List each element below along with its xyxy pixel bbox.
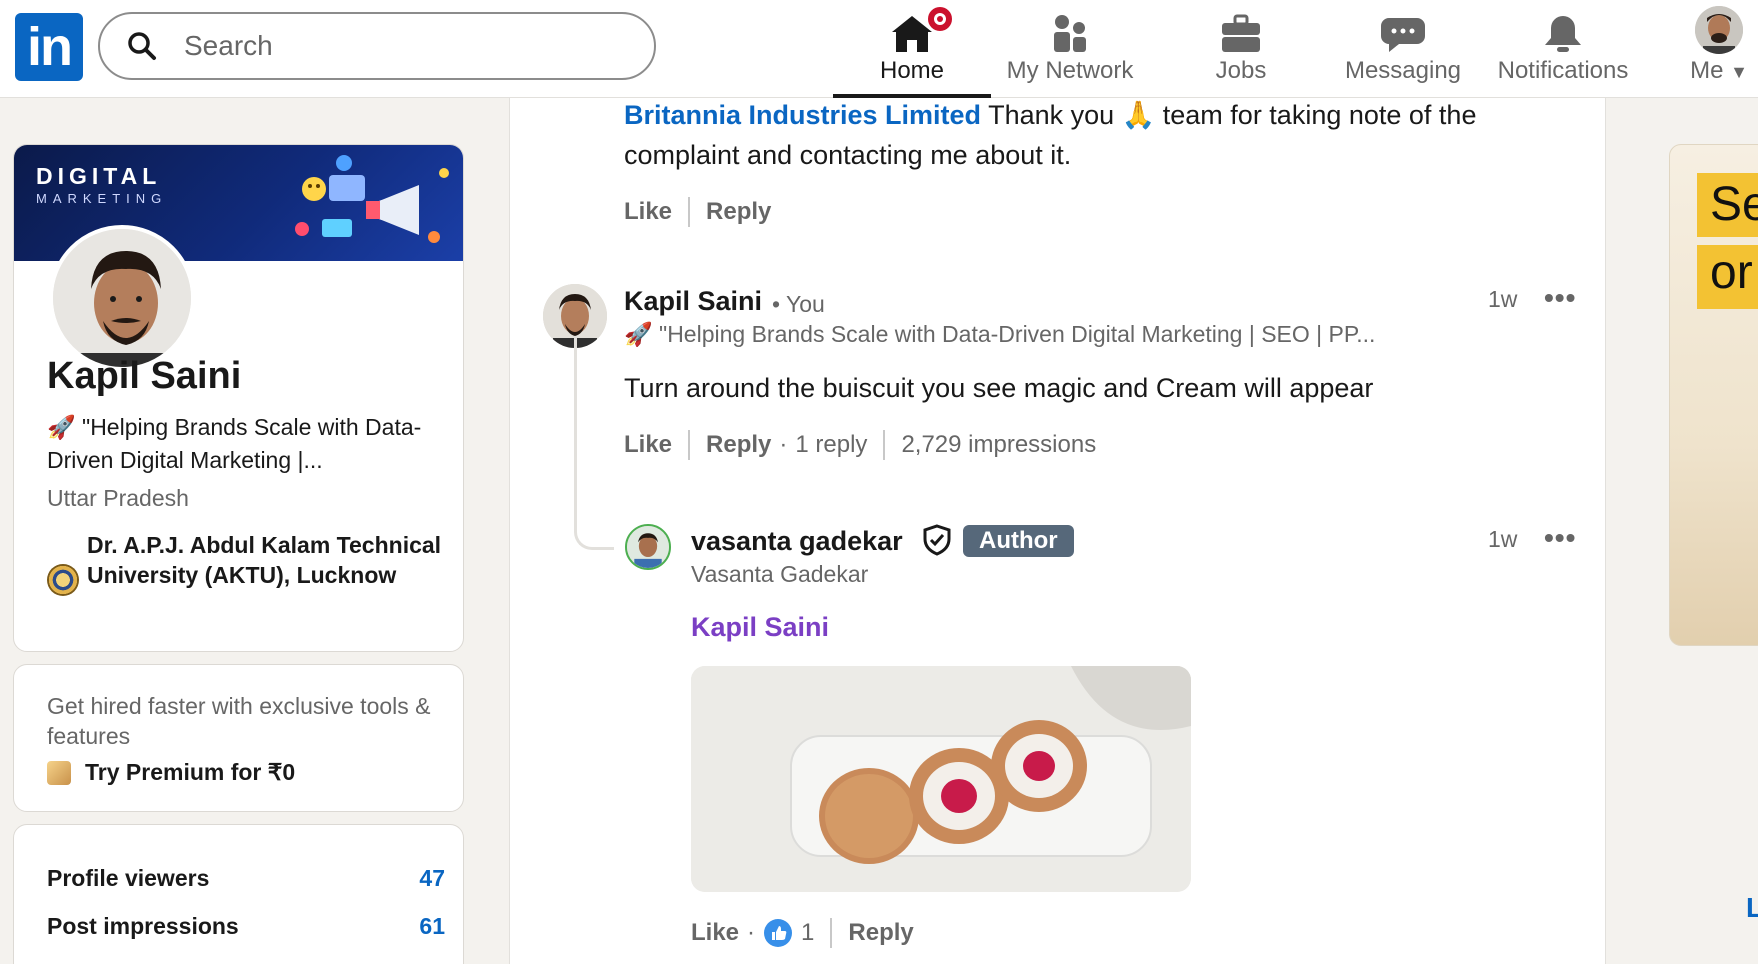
nav-my-network-label: My Network (1006, 57, 1134, 84)
people-icon (1054, 15, 1086, 52)
reply-author-sub: Vasanta Gadekar (691, 561, 869, 587)
banner-title: DIGITAL (36, 163, 162, 189)
divider (883, 430, 886, 460)
stat-post-impressions[interactable]: Post impressions 61 (47, 913, 445, 940)
reply-count-link[interactable]: 1 reply (795, 431, 867, 459)
ad-text-line1: Se (1710, 178, 1758, 231)
chat-icon (1381, 18, 1425, 52)
dot-separator: · (779, 431, 788, 458)
like-button[interactable]: Like (691, 919, 739, 947)
reply-time: 1w (1488, 526, 1518, 552)
divider (688, 197, 691, 227)
nav-me-label: Me ▼ (1690, 57, 1748, 84)
divider (688, 430, 691, 460)
reply-actions: Like · 1 Reply (691, 918, 914, 948)
biscuit-photo (691, 666, 1191, 892)
reply-more-button[interactable]: ••• (1544, 522, 1576, 554)
reaction-count[interactable]: 1 (801, 919, 814, 947)
briefcase-icon (1222, 14, 1260, 52)
profile-location: Uttar Pradesh (47, 485, 189, 511)
search-icon (128, 32, 156, 60)
stat-label: Profile viewers (47, 865, 210, 891)
premium-card[interactable]: Get hired faster with exclusive tools & … (13, 664, 464, 812)
nav-messaging-label: Messaging (1344, 57, 1462, 84)
nav-jobs[interactable]: Jobs (1183, 0, 1299, 98)
mention-kapil-saini[interactable]: Kapil Saini (691, 612, 829, 643)
nav-messaging[interactable]: Messaging (1332, 0, 1474, 98)
reply-image[interactable] (691, 666, 1191, 892)
comment-prev-text: Britannia Industries Limited Thank you 🙏… (624, 100, 1477, 170)
verified-shield-icon (923, 524, 951, 556)
nav-my-network[interactable]: My Network (997, 0, 1143, 98)
profile-headline: 🚀 "Helping Brands Scale with Data-Driven… (47, 414, 422, 473)
nav-notifications-label: Notifications (1497, 57, 1629, 84)
comment-prev-actions: Like Reply (624, 197, 771, 227)
stat-value: 61 (419, 913, 445, 939)
nav-jobs-label: Jobs (1215, 57, 1267, 84)
banner-subtitle: MARKETING (36, 191, 168, 206)
reply-button[interactable]: Reply (706, 198, 771, 226)
impressions-count[interactable]: 2,729 impressions (901, 431, 1096, 459)
bell-icon (1545, 16, 1581, 52)
stats-card: Profile viewers 47 Post impressions 61 (13, 824, 464, 964)
stat-value: 47 (419, 865, 445, 891)
nav-home[interactable]: Home (833, 0, 991, 98)
try-premium-link[interactable]: Try Premium for ₹0 (47, 759, 295, 786)
mention-britannia[interactable]: Britannia Industries Limited (624, 100, 981, 130)
like-button[interactable]: Like (624, 198, 672, 226)
comment-actions: Like Reply · 1 reply 2,729 impressions (624, 430, 1096, 460)
author-badge: Author (963, 525, 1074, 557)
me-avatar (1695, 6, 1743, 54)
profile-avatar[interactable] (49, 225, 195, 371)
profile-education[interactable]: Dr. A.P.J. Abdul Kalam Technical Univers… (47, 530, 447, 596)
university-seal-icon (47, 564, 79, 596)
reply-button[interactable]: Reply (706, 431, 771, 459)
search-input[interactable] (184, 30, 644, 62)
search-box[interactable] (98, 12, 656, 80)
comment-author-headline: 🚀 "Helping Brands Scale with Data-Driven… (624, 321, 1376, 347)
comment-author-name[interactable]: Kapil Saini (624, 286, 762, 317)
thread-connector (574, 336, 614, 550)
banner-graphic (295, 155, 449, 243)
reply-author-avatar[interactable] (625, 524, 671, 570)
divider (830, 918, 833, 948)
top-nav: in Home My Network Jobs Messaging Notifi… (0, 0, 1758, 98)
profile-education-label: Dr. A.P.J. Abdul Kalam Technical Univers… (87, 532, 442, 588)
like-button[interactable]: Like (624, 431, 672, 459)
comment-you-label: • You (772, 291, 825, 317)
linkedin-logo[interactable]: in (15, 13, 83, 81)
profile-name[interactable]: Kapil Saini (47, 355, 241, 398)
comment-text: Turn around the buiscuit you see magic a… (624, 373, 1374, 403)
premium-icon (47, 760, 71, 785)
chevron-down-icon: ▼ (1730, 62, 1748, 82)
reply-button[interactable]: Reply (848, 919, 913, 947)
premium-text: Get hired faster with exclusive tools & … (47, 693, 431, 749)
home-notification-badge (925, 4, 955, 34)
like-reaction-icon[interactable] (763, 918, 793, 948)
dot-separator: · (747, 919, 756, 946)
stat-profile-viewers[interactable]: Profile viewers 47 (47, 865, 445, 892)
stat-label: Post impressions (47, 913, 239, 939)
try-premium-label: Try Premium for ₹0 (85, 759, 296, 785)
nav-notifications[interactable]: Notifications (1484, 0, 1642, 98)
profile-card[interactable]: DIGITAL MARKETING Kapil Saini 🚀 "Helping… (13, 144, 464, 652)
comment-more-button[interactable]: ••• (1544, 282, 1576, 314)
comment-time: 1w (1488, 286, 1518, 312)
right-column-link[interactable]: L (1746, 892, 1758, 924)
ad-text-line2: or (1710, 246, 1753, 299)
reply-author-name[interactable]: vasanta gadekar (691, 526, 903, 557)
right-ad-card[interactable]: Se or (1669, 144, 1758, 646)
nav-me[interactable]: Me ▼ (1680, 0, 1758, 98)
nav-home-label: Home (879, 57, 945, 84)
